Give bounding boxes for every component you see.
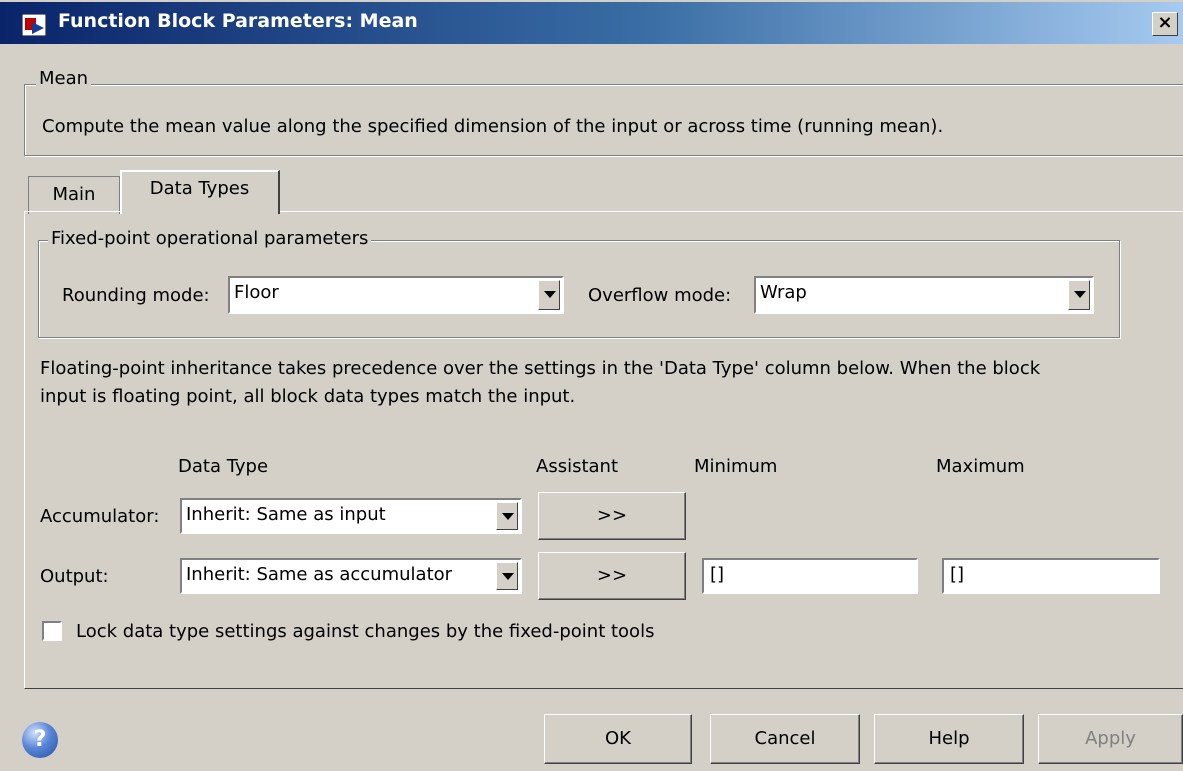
output-data-type-dropdown[interactable]: Inherit: Same as accumulator <box>180 558 522 594</box>
ok-button[interactable]: OK <box>544 714 692 764</box>
rounding-mode-label: Rounding mode: <box>62 285 210 306</box>
info-text-line-2: input is floating point, all block data … <box>40 386 576 407</box>
accumulator-assistant-button[interactable]: >> <box>538 492 686 540</box>
chevron-down-icon[interactable] <box>538 280 560 310</box>
tab-data-types[interactable]: Data Types <box>120 170 280 214</box>
output-maximum-field[interactable]: [] <box>942 558 1160 594</box>
chevron-down-icon[interactable] <box>496 562 518 590</box>
window-title: Function Block Parameters: Mean <box>58 10 418 32</box>
description-text: Compute the mean value along the specifi… <box>42 116 944 137</box>
output-minimum-value: [] <box>710 564 725 585</box>
accumulator-data-type-dropdown[interactable]: Inherit: Same as input <box>180 498 522 534</box>
tab-main[interactable]: Main <box>28 176 120 214</box>
output-minimum-field[interactable]: [] <box>702 558 918 594</box>
help-button[interactable]: Help <box>874 714 1024 764</box>
output-data-type-value: Inherit: Same as accumulator <box>186 564 453 585</box>
column-header-data-type: Data Type <box>178 456 269 477</box>
tab-data-types-label: Data Types <box>149 178 250 199</box>
close-button[interactable]: × <box>1152 12 1178 36</box>
rounding-mode-value: Floor <box>234 282 279 303</box>
output-assistant-button[interactable]: >> <box>538 552 686 600</box>
output-label: Output: <box>40 566 109 587</box>
output-maximum-value: [] <box>950 564 965 585</box>
chevron-down-icon[interactable] <box>496 502 518 530</box>
chevron-down-icon[interactable] <box>1068 280 1090 310</box>
rounding-mode-dropdown[interactable]: Floor <box>228 276 564 314</box>
tab-main-label: Main <box>52 184 96 205</box>
apply-button[interactable]: Apply <box>1038 714 1183 764</box>
title-bar: Function Block Parameters: Mean <box>0 0 1183 44</box>
help-icon[interactable]: ? <box>22 722 58 758</box>
overflow-mode-label: Overflow mode: <box>588 285 732 306</box>
description-legend: Mean <box>36 68 92 89</box>
column-header-maximum: Maximum <box>936 456 1025 477</box>
column-header-assistant: Assistant <box>536 456 619 477</box>
cancel-button[interactable]: Cancel <box>710 714 860 764</box>
column-header-minimum: Minimum <box>694 456 778 477</box>
info-text-line-1: Floating-point inheritance takes precede… <box>40 358 1041 379</box>
lock-data-type-checkbox[interactable] <box>42 621 62 641</box>
simulink-block-icon <box>22 14 46 36</box>
overflow-mode-dropdown[interactable]: Wrap <box>754 276 1094 314</box>
fixed-point-legend: Fixed-point operational parameters <box>48 228 372 249</box>
overflow-mode-value: Wrap <box>760 282 807 303</box>
accumulator-data-type-value: Inherit: Same as input <box>186 504 386 525</box>
accumulator-label: Accumulator: <box>40 506 160 527</box>
lock-data-type-label[interactable]: Lock data type settings against changes … <box>76 621 654 642</box>
